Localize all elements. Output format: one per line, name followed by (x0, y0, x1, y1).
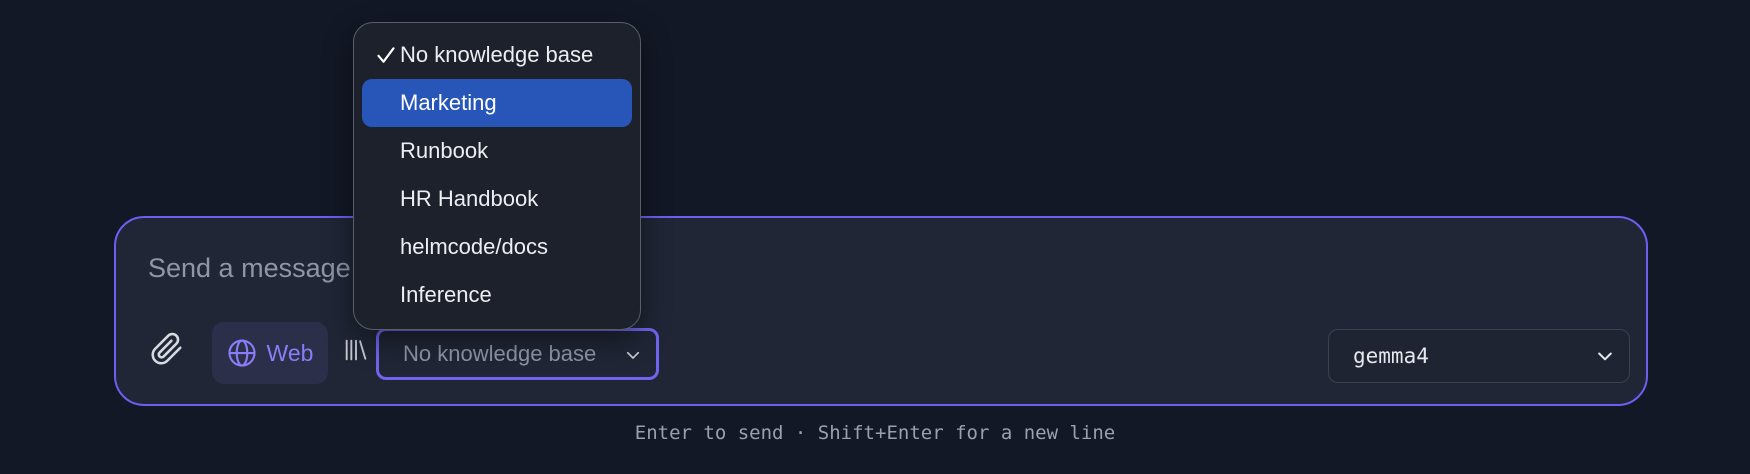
kb-option-inference[interactable]: Inference (362, 271, 632, 319)
kb-option-none[interactable]: No knowledge base (362, 31, 632, 79)
kb-option-helmcode-docs[interactable]: helmcode/docs (362, 223, 632, 271)
checkmark-icon (377, 47, 395, 63)
kb-option-runbook[interactable]: Runbook (362, 127, 632, 175)
kb-option-label: No knowledge base (400, 42, 594, 67)
web-search-toggle[interactable]: Web (212, 322, 328, 384)
knowledge-base-select[interactable]: No knowledge base (376, 328, 659, 380)
knowledge-base-dropdown: No knowledge base Marketing Runbook HR H… (353, 22, 641, 330)
knowledge-base-selected: No knowledge base (403, 341, 597, 366)
globe-icon (227, 339, 256, 367)
keyboard-hint: Enter to send · Shift+Enter for a new li… (634, 422, 1116, 444)
library-icon (345, 339, 367, 361)
kb-option-label: Runbook (400, 138, 489, 163)
kb-option-label: HR Handbook (400, 186, 539, 211)
message-composer: Web No knowledge base gemma4 (114, 216, 1648, 406)
kb-option-label: helmcode/docs (400, 234, 548, 259)
chevron-down-icon (1598, 352, 1612, 361)
web-label: Web (266, 339, 314, 366)
kb-option-label: Inference (400, 282, 492, 307)
kb-option-hr-handbook[interactable]: HR Handbook (362, 175, 632, 223)
attach-button[interactable] (146, 328, 188, 370)
model-selected: gemma4 (1353, 344, 1429, 368)
paperclip-icon (151, 332, 182, 365)
model-select[interactable]: gemma4 (1328, 329, 1630, 383)
chevron-down-icon (626, 351, 640, 359)
kb-option-label: Marketing (400, 90, 497, 115)
kb-option-marketing[interactable]: Marketing (362, 79, 632, 127)
